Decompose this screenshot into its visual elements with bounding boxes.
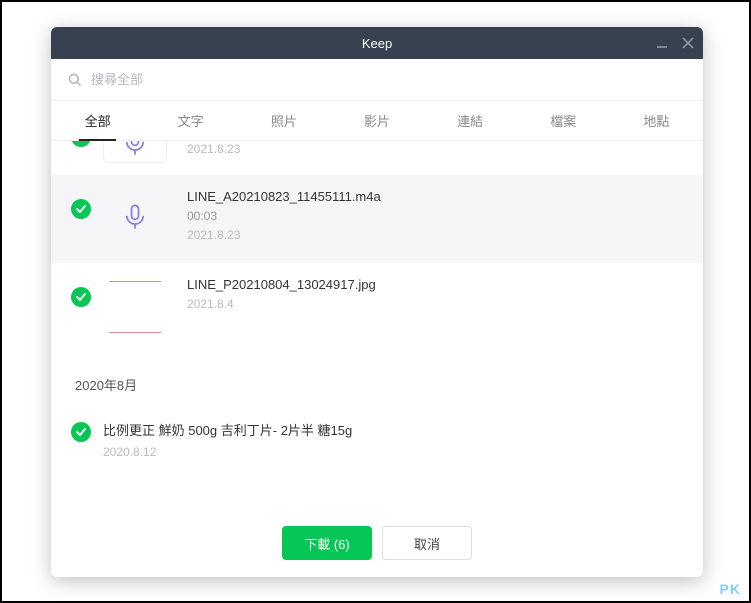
item-date: 2021.8.23 xyxy=(187,228,679,242)
item-date: 2020.8.12 xyxy=(103,445,679,459)
minimize-icon[interactable] xyxy=(655,36,669,50)
mic-icon xyxy=(121,203,149,236)
search-icon xyxy=(67,72,83,88)
window-title: Keep xyxy=(362,36,392,51)
item-date: 2021.8.4 xyxy=(187,297,679,311)
keep-window: Keep 全部 文字 照片 影片 連結 檔案 地點 xyxy=(51,27,703,577)
check-icon[interactable] xyxy=(71,199,91,219)
search-bar xyxy=(51,59,703,101)
mic-icon xyxy=(121,141,149,162)
tab-video[interactable]: 影片 xyxy=(330,101,423,140)
item-title: LINE_P20210804_13024917.jpg xyxy=(187,277,679,292)
list-item[interactable]: 00:04 2021.8.23 xyxy=(51,141,703,175)
tab-file[interactable]: 檔案 xyxy=(517,101,610,140)
image-thumbnail xyxy=(103,275,167,339)
tabs: 全部 文字 照片 影片 連結 檔案 地點 xyxy=(51,101,703,141)
search-input[interactable] xyxy=(91,72,687,87)
tab-photo[interactable]: 照片 xyxy=(237,101,330,140)
item-title: LINE_A20210823_11455111.m4a xyxy=(187,189,679,204)
item-body: LINE_A20210823_11455111.m4a 00:03 2021.8… xyxy=(187,187,679,242)
section-header: 2020年8月 xyxy=(51,351,703,402)
download-button[interactable]: 下載 (6) xyxy=(282,526,372,560)
audio-thumbnail xyxy=(103,187,167,251)
close-icon[interactable] xyxy=(681,36,695,50)
audio-thumbnail xyxy=(103,141,167,163)
tab-text[interactable]: 文字 xyxy=(144,101,237,140)
watermark: PK xyxy=(720,581,741,597)
item-body: 比例更正 鮮奶 500g 吉利丁片- 2片半 糖15g 2020.8.12 xyxy=(103,414,679,459)
item-body: 00:04 2021.8.23 xyxy=(187,141,679,156)
check-icon[interactable] xyxy=(71,422,91,442)
titlebar: Keep xyxy=(51,27,703,59)
footer: 下載 (6) 取消 xyxy=(51,517,703,577)
window-controls xyxy=(655,36,695,50)
tab-location[interactable]: 地點 xyxy=(610,101,703,140)
item-title: 比例更正 鮮奶 500g 吉利丁片- 2片半 糖15g xyxy=(103,420,679,439)
item-body: LINE_P20210804_13024917.jpg 2021.8.4 xyxy=(187,275,679,311)
list-item[interactable]: LINE_A20210823_11455111.m4a 00:03 2021.8… xyxy=(51,175,703,263)
tab-link[interactable]: 連結 xyxy=(424,101,517,140)
list-item[interactable]: LINE_P20210804_13024917.jpg 2021.8.4 xyxy=(51,263,703,351)
item-duration: 00:03 xyxy=(187,209,679,223)
check-icon[interactable] xyxy=(71,287,91,307)
cancel-button[interactable]: 取消 xyxy=(382,526,472,560)
content-list[interactable]: 00:04 2021.8.23 LINE_A20210823_11455111.… xyxy=(51,141,703,517)
list-item[interactable]: 比例更正 鮮奶 500g 吉利丁片- 2片半 糖15g 2020.8.12 xyxy=(51,402,703,471)
check-icon[interactable] xyxy=(71,141,91,147)
tab-all[interactable]: 全部 xyxy=(51,101,144,140)
item-date: 2021.8.23 xyxy=(187,142,679,156)
